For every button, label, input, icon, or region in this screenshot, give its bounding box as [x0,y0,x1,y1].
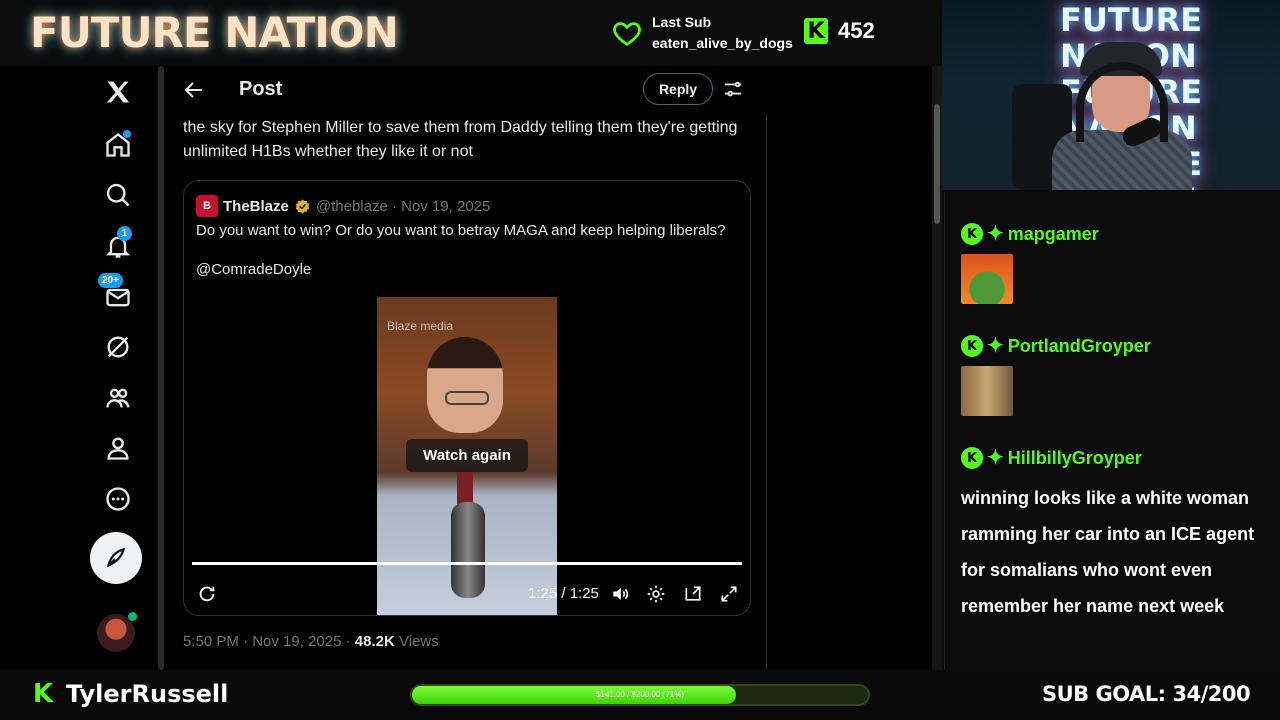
tweet-text: the sky for Stephen Miller to save them … [183,119,738,160]
home-dot [123,130,131,138]
quote-mention[interactable]: @ComradeDoyle [196,261,311,278]
heart-icon [613,22,641,46]
chat-username-text: PortlandGroyper [1007,335,1151,356]
video-person [427,337,503,433]
communities-icon[interactable] [100,380,136,416]
video-time: 1:25 / 1:25 [528,585,599,602]
page-scrollbar-thumb[interactable] [934,104,940,224]
more-icon[interactable] [100,481,136,517]
bell-icon[interactable]: 1 [100,226,136,264]
kick-badge-icon: K [961,447,983,469]
messages-badge: 20+ [98,273,123,288]
streamer-name: TylerRussell [66,680,229,708]
chat-message-text: winning looks like a white woman ramming… [961,488,1255,616]
last-sub-widget: Last Sub eaten_alive_by_dogs [612,12,793,54]
notifications-badge: 1 [117,226,132,241]
subscriber-badge-icon: ✦ [987,447,1004,469]
frog-emote-icon [961,254,1013,304]
quote-avatar: B [196,195,218,217]
kick-badge-icon: K [961,223,983,245]
watch-again-button[interactable]: Watch again [406,439,528,472]
video-microphone [451,502,485,598]
twitter-window: 1 20+ Post Reply the sky for Stephen Mil… [0,66,942,670]
quote-text: Do you want to win? Or do you want to be… [196,222,726,239]
sliders-icon[interactable] [722,78,744,100]
subscriber-badge-icon: ✦ [987,223,1004,245]
subscriber-badge-icon: ✦ [987,335,1004,357]
chat-username-text: HillbillyGroyper [1007,447,1142,468]
post-header: Post Reply [166,66,767,114]
kick-badge-icon: K [961,335,983,357]
kick-logo-icon: K [32,679,54,709]
video-progress-bar[interactable] [192,562,742,565]
chat-username[interactable]: K ✦ mapgamer [961,220,1099,248]
follower-count: 452 [838,18,875,43]
search-icon[interactable] [100,177,136,213]
follower-counter: K 452 [804,18,875,44]
kick-logo-icon: K [804,18,828,44]
sidebar-scrollbar[interactable] [158,66,164,670]
tweet-metadata: 5:50 PM · Nov 19, 2025 · 48.2K Views [183,633,439,650]
quote-author-name: TheBlaze [223,197,289,215]
quote-tweet[interactable]: B TheBlaze @theblaze · Nov 19, 2025 Do y… [183,180,751,616]
mail-icon[interactable]: 20+ [98,273,136,315]
brand-logo: FUTURE NATION [30,8,399,57]
webcam-feed: FUTURE NATION FUTURE NATION FUTURE NATIO… [942,0,1280,190]
chat-username[interactable]: K ✦ PortlandGroyper [961,332,1151,360]
video-player[interactable]: Blaze media Watch again 1:25 / 1:25 [184,297,750,615]
last-sub-user: eaten_alive_by_dogs [652,35,793,51]
fullscreen-icon[interactable] [719,584,739,604]
goal-progress-bar: $141.00 / $200.00 (71%) [410,684,870,706]
home-icon[interactable] [100,127,136,163]
video-person-glasses [445,391,489,405]
replay-icon[interactable] [196,583,218,605]
page-title: Post [239,78,283,100]
streamer-tag: K TylerRussell [30,679,229,709]
picture-in-picture-icon[interactable] [683,584,703,604]
quote-handle: @theblaze · Nov 19, 2025 [315,197,491,215]
video-watermark: Blaze media [387,319,454,333]
chat-message: K ✦ PortlandGroyper [961,332,1151,416]
views-count: 48.2K [354,633,395,650]
reply-button[interactable]: Reply [643,73,713,105]
chat-message: K ✦ HillbillyGroyper [961,444,1142,472]
verified-badge-icon [295,198,310,214]
quote-header: B TheBlaze @theblaze · Nov 19, 2025 [196,195,490,217]
tweet-timestamp[interactable]: 5:50 PM · Nov 19, 2025 · [183,633,355,650]
last-sub-label: Last Sub [652,14,712,30]
twitter-sidebar: 1 20+ [88,66,148,670]
profile-icon[interactable] [100,430,136,466]
goal-progress-label: $141.00 / $200.00 (71%) [595,690,685,699]
volume-icon[interactable] [610,584,630,604]
compose-button[interactable] [90,532,142,584]
stream-chat: K ✦ mapgamer K ✦ PortlandGroyper K ✦ Hil… [944,192,1280,670]
compose-icon [106,547,126,568]
sub-goal-counter: SUB GOAL: 34/200 [1042,682,1251,706]
chat-message: K ✦ mapgamer [961,220,1099,304]
x-logo-icon[interactable] [100,74,136,110]
views-label: Views [394,633,439,650]
back-arrow-icon[interactable] [182,78,206,102]
online-indicator [128,612,137,621]
bottom-overlay-bar: K TylerRussell $141.00 / $200.00 (71%) S… [0,670,1280,720]
top-overlay-bar: FUTURE NATION Last Sub eaten_alive_by_do… [0,0,940,66]
chat-username-text: mapgamer [1007,223,1099,244]
post-column: Post Reply the sky for Stephen Miller to… [166,66,767,670]
grok-icon[interactable] [100,329,136,365]
photo-emote-icon [961,366,1013,416]
chat-username[interactable]: K ✦ HillbillyGroyper [961,444,1142,472]
settings-gear-icon[interactable] [646,584,666,604]
